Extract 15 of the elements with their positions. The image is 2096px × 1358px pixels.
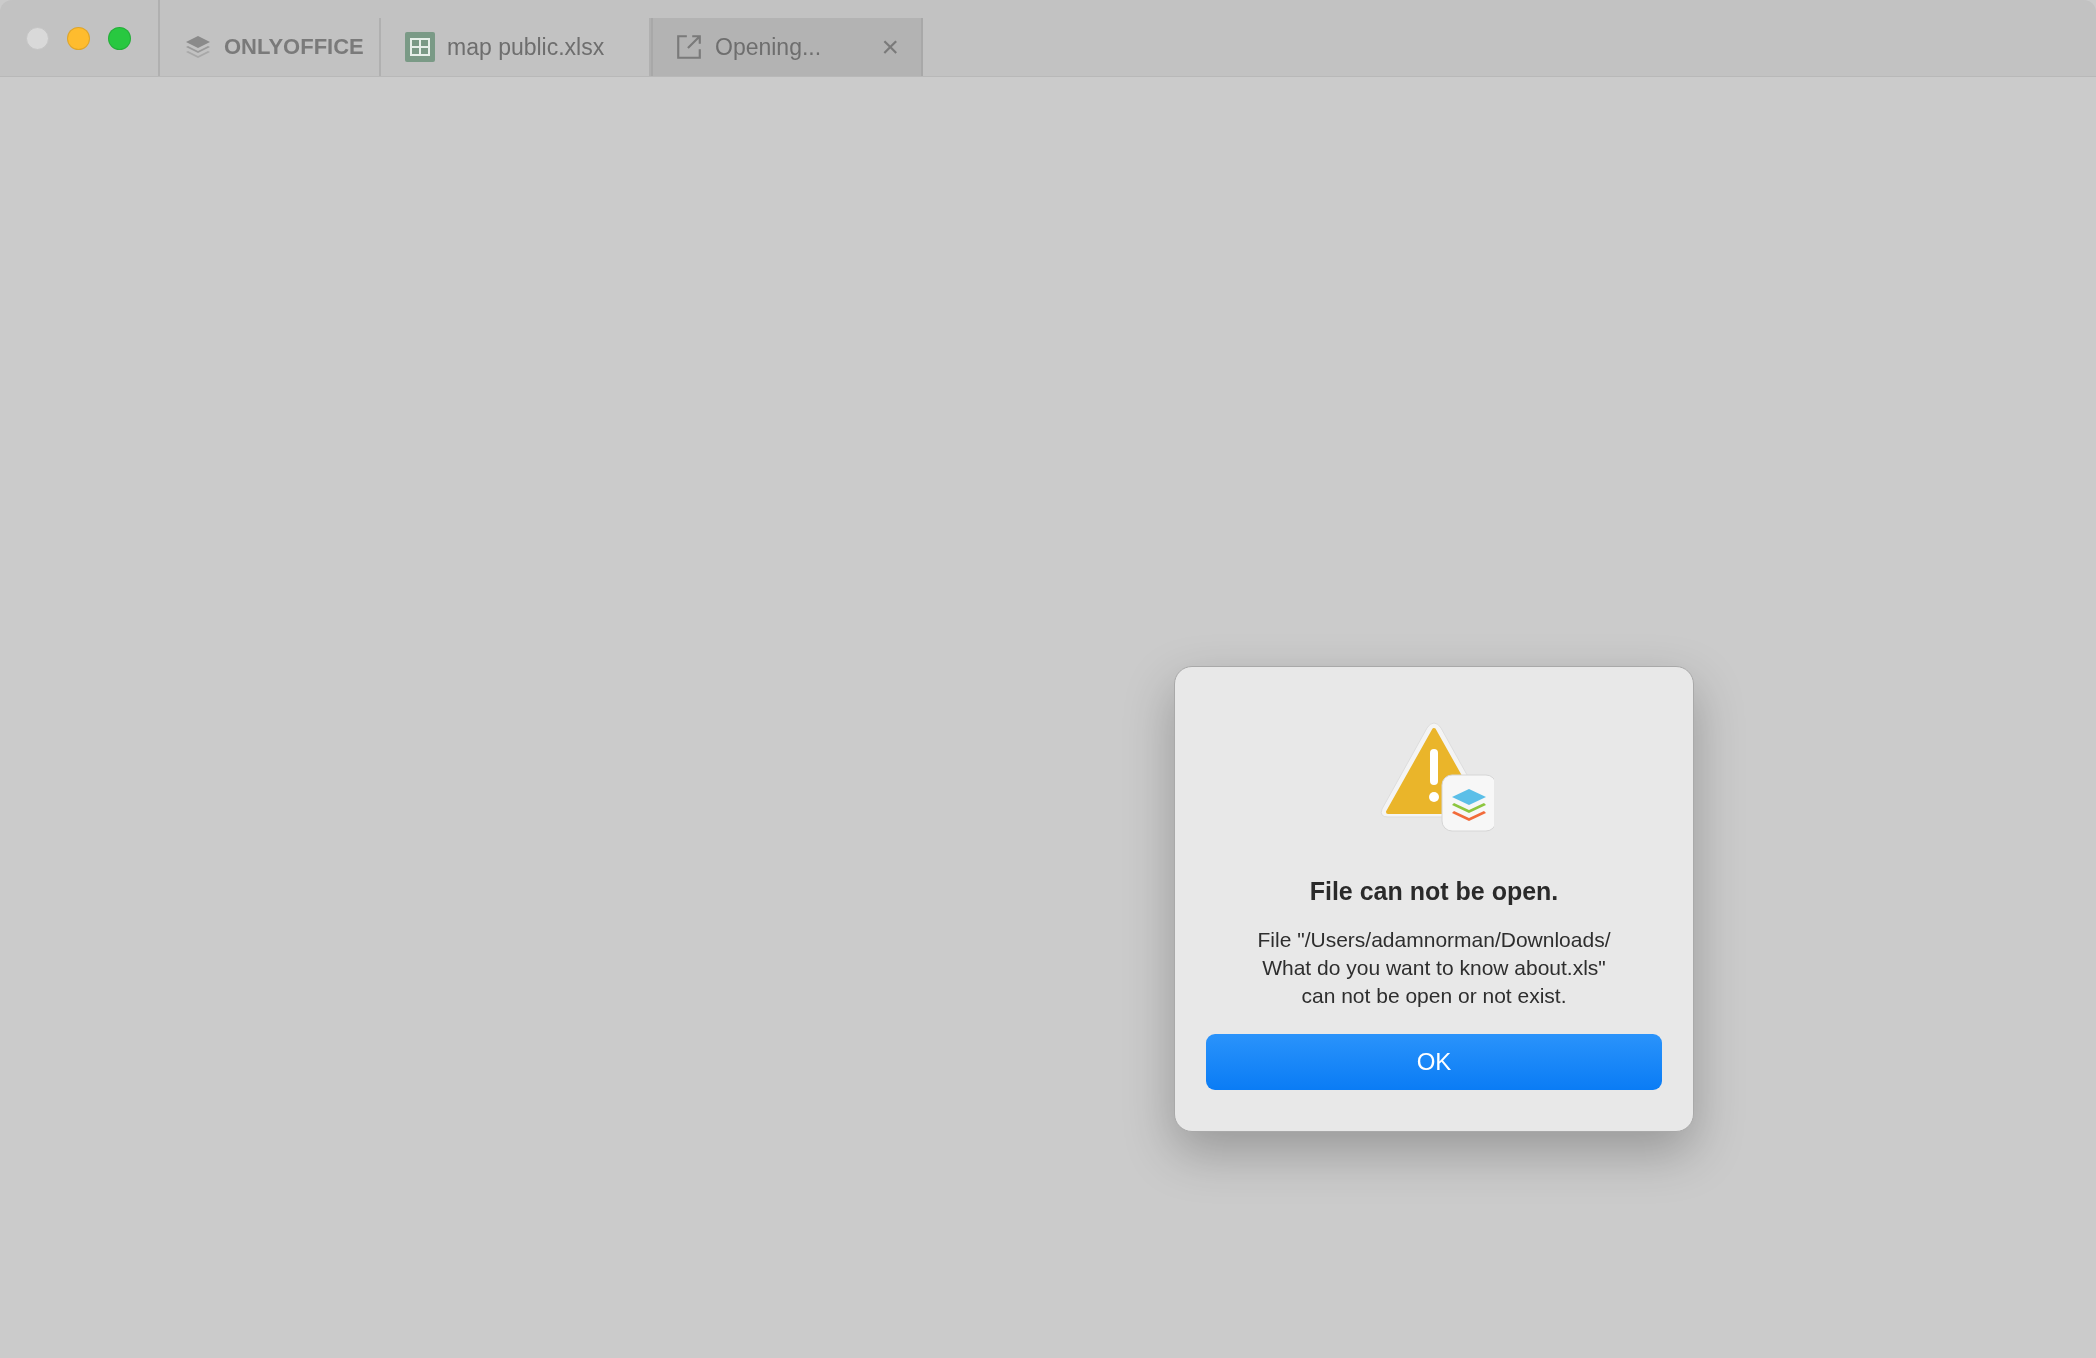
document-tab[interactable]: Opening... × (651, 18, 923, 76)
tab-label: map public.xlsx (447, 33, 605, 61)
layers-icon (184, 33, 212, 61)
dialog-title: File can not be open. (1309, 877, 1559, 906)
window-minimize-button[interactable] (67, 26, 90, 50)
ok-button[interactable]: OK (1206, 1034, 1662, 1090)
spreadsheet-icon (405, 32, 435, 62)
window-zoom-button[interactable] (108, 26, 131, 50)
external-link-icon (675, 33, 703, 61)
document-tab[interactable]: map public.xlsx (381, 18, 651, 76)
home-tab[interactable]: ONLYOFFICE (160, 18, 381, 76)
tab-label: Opening... (715, 33, 822, 61)
close-tab-button[interactable]: × (881, 32, 899, 62)
dialog-message: File "/Users/adamnorman/Downloads/ What do you want to know about.xls" can not be open or not exist. (1257, 927, 1611, 1009)
tab-label: ONLYOFFICE (224, 34, 364, 60)
